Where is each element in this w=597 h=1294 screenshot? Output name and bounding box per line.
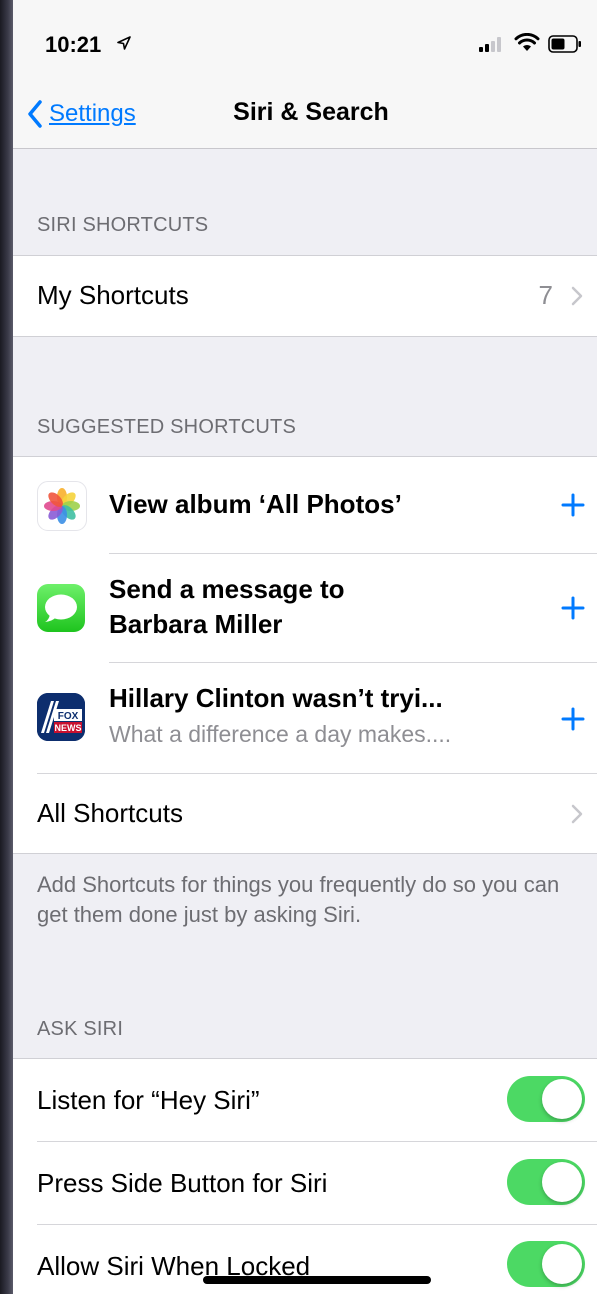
when-locked-toggle[interactable] [507, 1241, 585, 1287]
battery-icon [548, 35, 581, 53]
shortcut-subtitle: What a difference a day makes.... [109, 721, 452, 747]
side-button-row: Press Side Button for Siri [13, 1142, 597, 1224]
toggle-label: Press Side Button for Siri [37, 1168, 328, 1198]
messages-app-icon [37, 584, 85, 632]
suggested-shortcut-row[interactable]: Send a message to Barbara Miller [13, 554, 597, 662]
my-shortcuts-label: My Shortcuts [37, 280, 189, 310]
home-indicator[interactable] [203, 1276, 431, 1284]
all-shortcuts-label: All Shortcuts [37, 798, 183, 828]
my-shortcuts-row[interactable]: My Shortcuts 7 [13, 256, 597, 336]
navigation-bar: Settings Siri & Search [13, 82, 597, 149]
suggested-shortcuts-group: View album ‘All Photos’ Send a message t… [13, 456, 597, 854]
status-time: 10:21 [45, 32, 102, 57]
status-bar: 10:21 [13, 0, 597, 82]
suggested-shortcuts-footer: Add Shortcuts for things you frequently … [37, 872, 560, 927]
section-header-ask-siri: ASK SIRI [37, 1018, 124, 1040]
ask-siri-group: Listen for “Hey Siri” Press Side Button … [13, 1058, 597, 1294]
shortcut-title-line1: Send a message to [109, 574, 345, 604]
photos-app-icon [37, 481, 87, 531]
all-shortcuts-row[interactable]: All Shortcuts [13, 774, 597, 853]
shortcut-title: View album ‘All Photos’ [109, 489, 402, 519]
side-button-toggle[interactable] [507, 1159, 585, 1205]
section-header-suggested-shortcuts: SUGGESTED SHORTCUTS [37, 416, 297, 438]
suggested-shortcut-row[interactable]: FOX NEWS Hillary Clinton wasn’t tryi... … [13, 663, 597, 773]
location-arrow-icon [117, 36, 131, 50]
svg-text:FOX: FOX [58, 711, 79, 722]
add-shortcut-plus-icon[interactable] [561, 596, 585, 620]
toggle-label: Listen for “Hey Siri” [37, 1085, 260, 1115]
my-shortcuts-count: 7 [538, 280, 553, 310]
add-shortcut-plus-icon[interactable] [561, 493, 585, 517]
cellular-signal-icon [479, 37, 501, 52]
shortcut-title: Hillary Clinton wasn’t tryi... [109, 683, 443, 713]
hey-siri-row: Listen for “Hey Siri” [13, 1059, 597, 1141]
chevron-right-icon [571, 804, 583, 824]
settings-screen: 10:21 Settings Siri & Search SIRI SHORTC… [13, 0, 597, 1294]
section-header-siri-shortcuts: SIRI SHORTCUTS [37, 214, 209, 236]
shortcut-title-line2: Barbara Miller [109, 609, 283, 639]
device-bezel [0, 0, 13, 1294]
add-shortcut-plus-icon[interactable] [561, 707, 585, 731]
suggested-shortcut-row[interactable]: View album ‘All Photos’ [13, 457, 597, 553]
siri-shortcuts-group: My Shortcuts 7 [13, 255, 597, 337]
wifi-icon [514, 33, 540, 51]
page-title: Siri & Search [233, 98, 389, 126]
chevron-right-icon [571, 286, 583, 306]
fox-news-app-icon: FOX NEWS [37, 693, 85, 741]
svg-text:NEWS: NEWS [55, 723, 82, 733]
hey-siri-toggle[interactable] [507, 1076, 585, 1122]
